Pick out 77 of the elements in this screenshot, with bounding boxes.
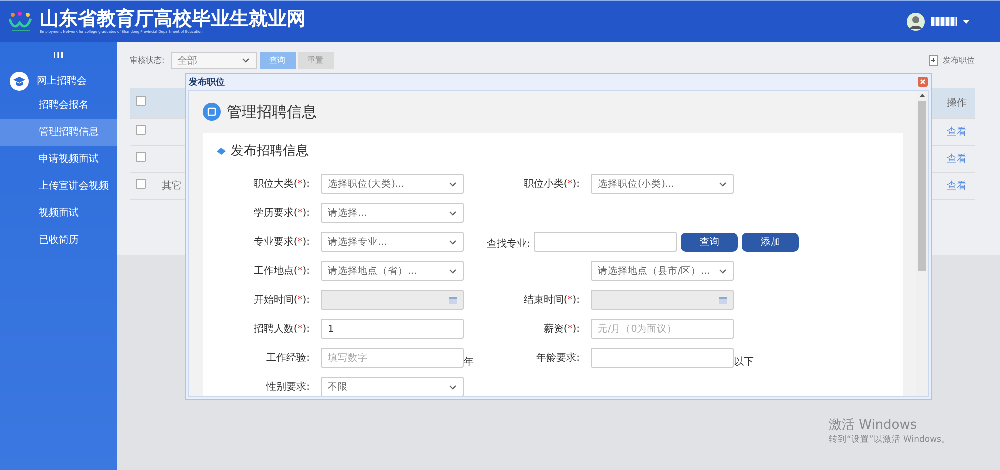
- document-icon: [203, 103, 221, 121]
- chevron-down-icon: [719, 182, 727, 186]
- activation-text: 转到“设置”以激活 Windows。: [829, 434, 950, 446]
- field-label: 职位大类(*):: [252, 178, 311, 191]
- chevron-down-icon: [449, 182, 457, 186]
- dialog-title: 发布职位: [189, 76, 225, 88]
- field-label: 年龄要求:: [536, 352, 581, 365]
- calendar-icon: [719, 296, 727, 304]
- dropdown[interactable]: 请选择...: [321, 203, 464, 223]
- field-label: 工作地点(*):: [252, 264, 311, 278]
- graduation-cap-icon: [10, 72, 29, 90]
- publish-link[interactable]: 发布职位: [943, 55, 975, 66]
- chevron-down-icon: [449, 210, 457, 216]
- sidebar-item[interactable]: 招聘会报名: [0, 92, 117, 119]
- bullet-icon: [217, 148, 226, 154]
- field-label: 结束时间(*):: [522, 294, 581, 307]
- field-label: 专业要求(*):: [252, 236, 311, 249]
- checkbox[interactable]: [136, 96, 146, 106]
- column-header: 操作: [931, 88, 975, 118]
- chevron-down-icon: [242, 58, 250, 63]
- input-field[interactable]: 元/月（0为面议）: [591, 319, 734, 339]
- search-field[interactable]: [534, 232, 678, 252]
- caret-icon[interactable]: [963, 20, 970, 24]
- input-field[interactable]: 填写数字: [321, 348, 464, 368]
- section-title: 网上招聘会: [37, 74, 87, 88]
- dropdown[interactable]: 不限: [321, 377, 464, 396]
- sidebar-item[interactable]: 视频面试: [0, 200, 117, 227]
- field-label: 查找专业:: [487, 238, 530, 250]
- checkbox[interactable]: [136, 179, 146, 189]
- dropdown[interactable]: 请选择地点（县市/区）...: [591, 261, 734, 281]
- view-link[interactable]: 查看: [947, 154, 967, 164]
- sidebar-item[interactable]: 已收简历: [0, 227, 117, 254]
- dropdown[interactable]: 请选择地点（省）...: [321, 261, 464, 281]
- dropdown[interactable]: 请选择专业...: [321, 232, 464, 252]
- avatar-icon[interactable]: [907, 12, 925, 30]
- view-link[interactable]: 查看: [947, 180, 967, 192]
- dropdown[interactable]: 选择职位(小类)...: [591, 174, 734, 194]
- unit-label: 以下: [734, 356, 754, 369]
- unit-label: 年: [464, 356, 474, 369]
- input-field[interactable]: [591, 348, 734, 368]
- chevron-down-icon: [449, 268, 457, 274]
- table-cell: 其它: [162, 180, 182, 192]
- chevron-down-icon: [449, 384, 457, 390]
- redacted-name: [931, 17, 957, 26]
- field-label: 招聘人数(*):: [252, 322, 311, 336]
- plus-icon[interactable]: [929, 55, 938, 66]
- field-label: 工作经验:: [266, 352, 311, 365]
- field-label: 职位小类(*):: [522, 178, 581, 191]
- chevron-down-icon: [449, 240, 457, 244]
- sidebar-item[interactable]: 上传宣讲会视频: [0, 173, 117, 200]
- close-icon[interactable]: [918, 77, 928, 87]
- checkbox[interactable]: [136, 152, 146, 162]
- date-field[interactable]: [321, 290, 464, 310]
- menu-icon[interactable]: [54, 52, 63, 58]
- logo-icon: [8, 10, 34, 32]
- sidebar-item[interactable]: 申请视频面试: [0, 146, 117, 173]
- scroll-up-icon[interactable]: [920, 94, 924, 97]
- view-link[interactable]: 查看: [947, 126, 967, 138]
- field-label: 开始时间(*):: [252, 294, 311, 307]
- chevron-down-icon: [719, 268, 727, 274]
- action-button[interactable]: 添加: [742, 232, 800, 252]
- field-label: 薪资(*):: [542, 322, 581, 336]
- sidebar-item[interactable]: 管理招聘信息: [0, 119, 117, 146]
- date-field[interactable]: [591, 290, 734, 310]
- action-button[interactable]: 查询: [681, 232, 738, 252]
- filter-label: 审核状态:: [130, 55, 165, 66]
- dialog-heading: 管理招聘信息: [227, 102, 317, 122]
- input-field[interactable]: 1: [321, 319, 464, 339]
- site-title: 山东省教育厅高校毕业生就业网: [40, 8, 306, 30]
- calendar-icon: [449, 296, 457, 304]
- field-label: 性别要求:: [265, 380, 311, 394]
- section-title: 发布招聘信息: [231, 143, 309, 160]
- activation-title: 激活 Windows: [829, 417, 918, 434]
- field-label: 学历要求(*):: [252, 206, 311, 220]
- checkbox[interactable]: [136, 125, 146, 135]
- status-dropdown[interactable]: 全部: [170, 52, 257, 69]
- dropdown[interactable]: 选择职位(大类)...: [321, 174, 464, 194]
